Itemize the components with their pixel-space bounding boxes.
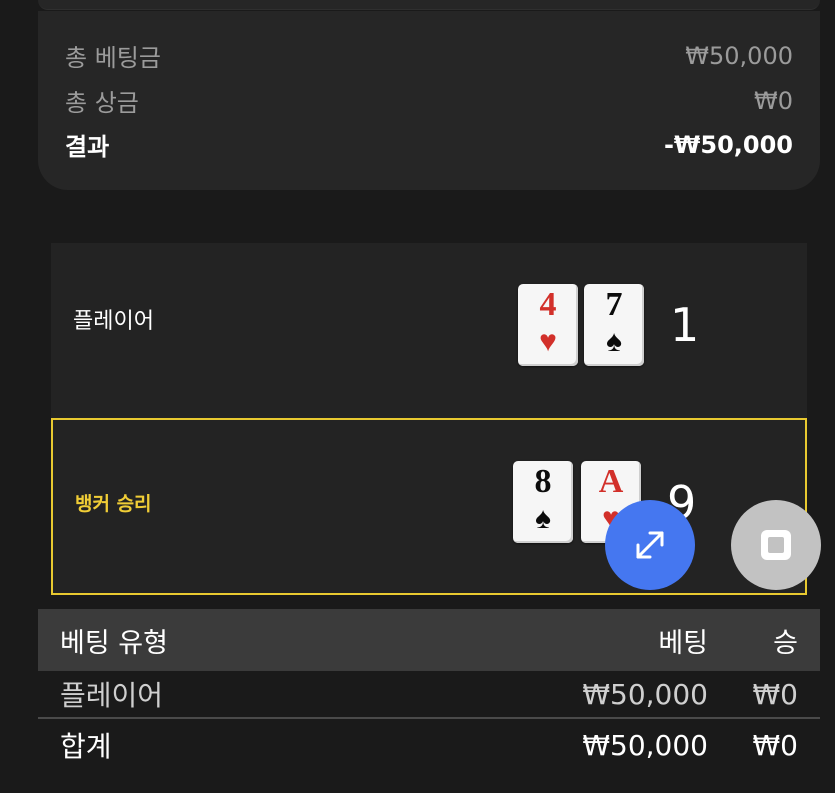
banker-win-label: 뱅커 승리	[75, 493, 152, 515]
result-label: 결과	[65, 133, 110, 161]
table-row: 플레이어 ₩50,000 ₩0	[38, 671, 820, 719]
player-card-1: 4 ♥	[518, 284, 578, 366]
player-hand-label: 플레이어	[73, 309, 154, 334]
spade-suit-icon: ♠	[606, 325, 622, 358]
player-card-2: 7 ♠	[584, 284, 644, 366]
card-rank: 7	[605, 286, 623, 323]
bet-summary-card: 총 베팅금 ₩50,000 총 상금 ₩0 결과 -₩50,000	[38, 11, 820, 190]
banker-card-1: 8 ♠	[513, 461, 573, 543]
total-prize-label: 총 상금	[65, 89, 139, 117]
spade-suit-icon: ♠	[535, 502, 551, 535]
bet-details-table: 베팅 유형 베팅 승 플레이어 ₩50,000 ₩0 합계 ₩50,000 ₩0	[38, 609, 820, 771]
table-total-row: 합계 ₩50,000 ₩0	[38, 719, 820, 771]
banker-hand-panel: 뱅커 승리 8 ♠ A ♥ 9	[51, 418, 807, 595]
total-prize-value: ₩0	[754, 86, 793, 115]
total-bet-value: ₩50,000	[685, 41, 793, 70]
card-rank: A	[598, 463, 624, 500]
header-bet: 베팅	[658, 627, 708, 659]
row-bet-type: 플레이어	[60, 679, 164, 712]
expand-arrows-icon	[636, 531, 664, 559]
total-bet-row: 총 베팅금 ₩50,000	[65, 38, 793, 73]
result-value: -₩50,000	[663, 130, 793, 159]
total-label: 합계	[60, 730, 112, 763]
stop-square-icon	[761, 530, 791, 560]
table-header: 베팅 유형 베팅 승	[38, 609, 820, 671]
row-bet-amount: ₩50,000	[582, 677, 708, 711]
total-win-amount: ₩0	[752, 728, 799, 762]
player-hand-panel: 플레이어 4 ♥ 7 ♠ 1	[51, 243, 807, 418]
card-rank: 4	[539, 286, 557, 323]
row-win-amount: ₩0	[752, 677, 799, 711]
heart-suit-icon: ♥	[539, 325, 557, 358]
total-prize-row: 총 상금 ₩0	[65, 83, 793, 118]
stop-button[interactable]	[731, 500, 821, 590]
player-score: 1	[670, 298, 700, 352]
header-win: 승	[773, 627, 798, 659]
header-bet-type: 베팅 유형	[60, 627, 168, 659]
total-bet-label: 총 베팅금	[65, 44, 161, 72]
expand-button[interactable]	[605, 500, 695, 590]
card-rank: 8	[534, 463, 552, 500]
result-row: 결과 -₩50,000	[65, 127, 793, 162]
previous-panel-edge	[38, 0, 820, 10]
total-bet-amount: ₩50,000	[582, 728, 708, 762]
